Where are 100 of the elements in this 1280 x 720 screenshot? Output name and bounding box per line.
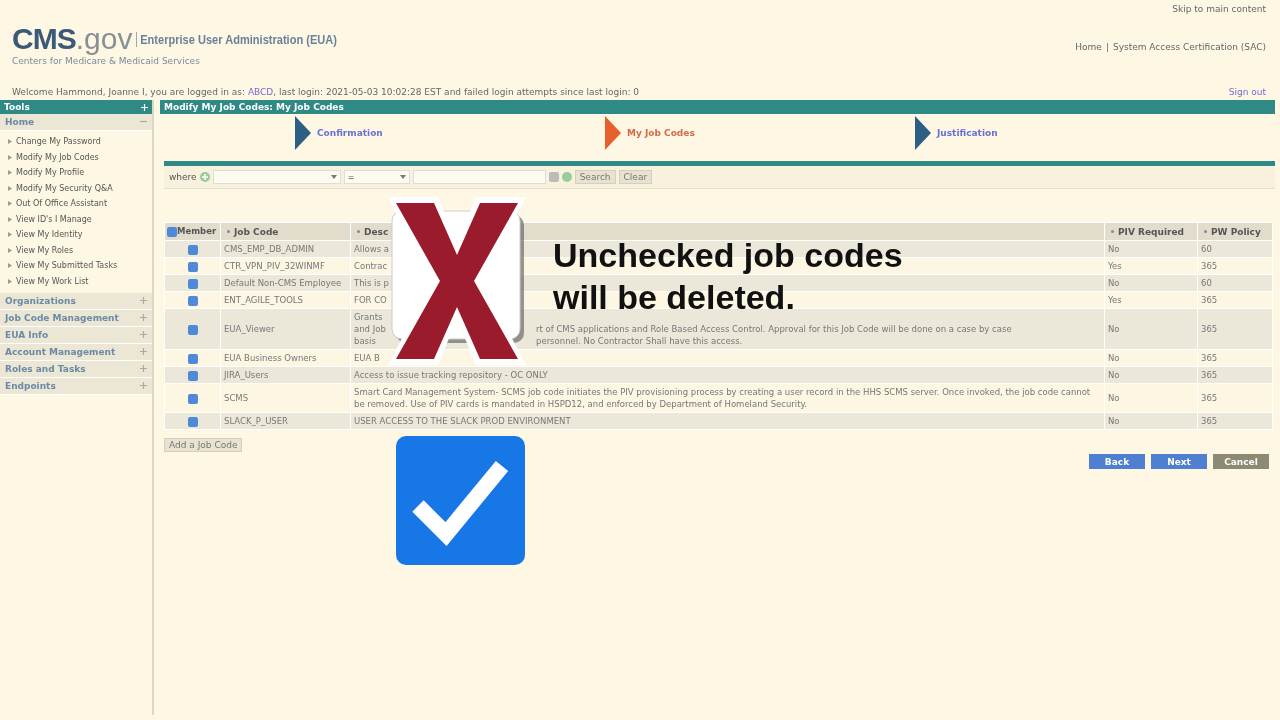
wizard-step[interactable]: My Job Codes: [605, 116, 915, 150]
collapse-icon[interactable]: [140, 118, 147, 125]
bullet-icon: [8, 139, 12, 145]
table-cell-text: Grants: [354, 311, 384, 323]
app-title: Enterprise User Administration (EUA): [136, 31, 338, 47]
sort-icon[interactable]: [1204, 230, 1207, 233]
triangle-icon: [605, 116, 621, 150]
value-field[interactable]: [412, 170, 546, 184]
table-cell: Yes: [1108, 261, 1122, 271]
sidebar-item[interactable]: View My Work List: [16, 273, 89, 289]
column-header[interactable]: Desc: [364, 226, 389, 237]
member-checkbox[interactable]: [187, 324, 198, 335]
caret-icon: [330, 175, 337, 179]
table-cell: 365: [1201, 353, 1218, 363]
sidebar-section[interactable]: Roles and Tasks: [0, 361, 152, 378]
expand-icon[interactable]: [140, 331, 147, 338]
add-icon[interactable]: [199, 172, 210, 182]
table-cell-text: rt of CMS applications and Role Based Access Control. Approval for this Job Code will be done on a case by case: [536, 323, 1013, 335]
table-cell: EUA_Viewer: [224, 324, 275, 334]
sign-out-link[interactable]: Sign out: [1228, 87, 1266, 100]
clear-button[interactable]: Clear: [618, 170, 653, 184]
select-all-checkbox[interactable]: [167, 226, 177, 237]
table-cell: No: [1108, 353, 1120, 363]
sidebar-section[interactable]: Job Code Management: [0, 310, 152, 327]
bullet-icon: [8, 247, 12, 253]
field-dropdown[interactable]: [212, 170, 341, 184]
table-cell: CTR_VPN_PIV_32WINMF: [224, 261, 325, 271]
sidebar-item[interactable]: View My Identity: [16, 227, 83, 243]
search-button[interactable]: Search: [574, 170, 616, 184]
table-cell: Smart Card Management System- SCMS job code initiates the PIV provisioning process by creating a user record in the HHS SCMS server. Once invoked, the job code cannot be removed. Use of PIV cards is mandated in HSPD12, and enforced by Department of Homeland Security.: [354, 387, 1091, 409]
table-cell: 365: [1201, 370, 1218, 380]
sort-icon[interactable]: [357, 230, 360, 233]
bullet-icon: [8, 185, 12, 191]
action-button[interactable]: Next: [1151, 454, 1207, 469]
table-cell: 60: [1201, 278, 1212, 288]
sidebar-item[interactable]: Out Of Office Assistant: [16, 196, 108, 212]
table-cell: 365: [1201, 393, 1218, 403]
sidebar-section[interactable]: Account Management: [0, 344, 152, 361]
table-cell: SLACK_P_USER: [224, 416, 289, 426]
sort-icon[interactable]: [1111, 230, 1114, 233]
bullet-icon: [8, 154, 12, 160]
operator-dropdown[interactable]: =: [343, 170, 410, 184]
caret-icon: [399, 175, 406, 179]
member-checkbox[interactable]: [187, 261, 198, 272]
sidebar-section[interactable]: Endpoints: [0, 378, 152, 395]
sidebar-item[interactable]: View My Roles: [16, 242, 74, 258]
triangle-icon: [915, 116, 931, 150]
bullet-icon: [8, 170, 12, 176]
sort-icon[interactable]: [227, 230, 230, 233]
overlay-message: Unchecked job codes will be deleted.: [553, 235, 904, 318]
table-cell: Access to issue tracking repository - OC ONLY: [354, 370, 548, 380]
page-title: Modify My Job Codes: My Job Codes: [160, 100, 1275, 114]
sidebar-item[interactable]: Change My Password: [16, 134, 101, 150]
bullet-icon: [8, 278, 12, 284]
table-cell: USER ACCESS TO THE SLACK PROD ENVIRONMENT: [354, 416, 571, 426]
member-checkbox[interactable]: [187, 244, 198, 255]
logo-subtitle: Centers for Medicare & Medicaid Services: [12, 56, 201, 66]
sidebar-item[interactable]: Modify My Security Q&A: [16, 180, 113, 196]
nav-link[interactable]: Home: [1075, 42, 1102, 52]
member-checkbox[interactable]: [187, 353, 198, 364]
action-button[interactable]: Cancel: [1213, 454, 1269, 469]
expand-icon[interactable]: [140, 382, 147, 389]
expand-icon[interactable]: [140, 365, 147, 372]
expand-icon[interactable]: [140, 348, 147, 355]
sidebar-item[interactable]: Modify My Job Codes: [16, 149, 99, 165]
wizard-step[interactable]: Justification: [915, 116, 1225, 150]
add-job-code-button[interactable]: Add a Job Code: [164, 438, 243, 452]
member-checkbox[interactable]: [187, 393, 198, 404]
sidebar-section[interactable]: Organizations: [0, 293, 152, 310]
expand-icon[interactable]: [140, 297, 147, 304]
table-cell: 365: [1201, 324, 1218, 334]
expand-icon[interactable]: [140, 314, 147, 321]
table-cell: EUA B: [354, 352, 380, 364]
bullet-icon: [8, 263, 12, 269]
column-header[interactable]: Job Code: [234, 226, 279, 237]
member-checkbox[interactable]: [187, 416, 198, 427]
member-checkbox[interactable]: [187, 370, 198, 381]
checkmark-icon: [396, 436, 526, 566]
nav-link[interactable]: System Access Certification (SAC): [1112, 42, 1266, 52]
table-cell: CMS_EMP_DB_ADMIN: [224, 244, 315, 254]
table-cell: No: [1108, 278, 1120, 288]
bullet-icon: [8, 216, 12, 222]
action-button[interactable]: Back: [1089, 454, 1145, 469]
triangle-icon: [295, 116, 311, 150]
sidebar-header: Tools: [0, 100, 152, 114]
wizard-step[interactable]: Confirmation: [295, 116, 605, 150]
sidebar-section[interactable]: Home: [0, 114, 152, 131]
member-checkbox[interactable]: [187, 278, 198, 289]
table-cell: Yes: [1108, 295, 1122, 305]
table-cell: ENT_AGILE_TOOLS: [224, 295, 303, 305]
table-cell: JIRA_Users: [224, 370, 269, 380]
member-checkbox[interactable]: [187, 295, 198, 306]
skip-link[interactable]: Skip to main content: [1172, 4, 1266, 14]
table-cell: This is p: [354, 277, 389, 289]
sidebar-item[interactable]: View My Submitted Tasks: [16, 258, 118, 274]
sidebar-section[interactable]: EUA Info: [0, 327, 152, 344]
sidebar-item[interactable]: View ID's I Manage: [16, 211, 92, 227]
table-cell: No: [1108, 393, 1120, 403]
table-cell: 365: [1201, 416, 1218, 426]
sidebar-item[interactable]: Modify My Profile: [16, 165, 85, 181]
